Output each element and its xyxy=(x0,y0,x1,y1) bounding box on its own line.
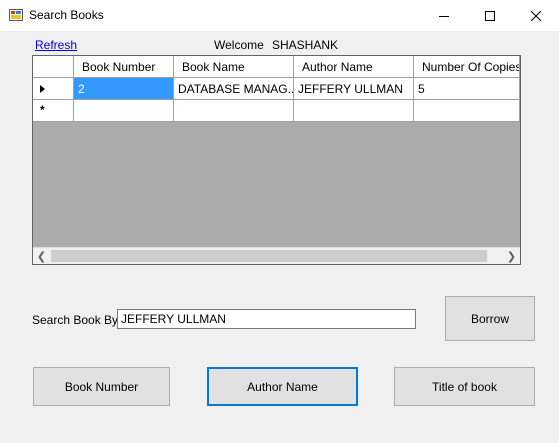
new-row-header[interactable]: * xyxy=(33,100,74,122)
maximize-icon xyxy=(485,10,495,21)
search-input[interactable] xyxy=(117,309,416,329)
new-row-cell[interactable] xyxy=(414,100,520,122)
title-of-book-button[interactable]: Title of book xyxy=(394,367,535,406)
author-name-button[interactable]: Author Name xyxy=(207,367,358,406)
close-icon xyxy=(531,10,541,21)
grid-corner-header[interactable] xyxy=(33,56,74,78)
table-cell-author-name[interactable]: JEFFERY ULLMAN xyxy=(294,78,414,100)
table-cell-book-number[interactable]: 2 xyxy=(74,78,174,100)
column-header-book-number[interactable]: Book Number xyxy=(74,56,174,78)
scrollbar-thumb[interactable] xyxy=(51,250,487,262)
form-icon xyxy=(9,9,23,21)
scroll-left-button[interactable]: ❮ xyxy=(33,248,50,264)
search-label: Search Book By xyxy=(32,313,119,327)
close-button[interactable] xyxy=(513,0,559,31)
maximize-button[interactable] xyxy=(467,0,513,31)
new-row-cell[interactable] xyxy=(294,100,414,122)
grid-header-row: Book Number Book Name Author Name Number… xyxy=(33,56,520,78)
new-row-cell[interactable] xyxy=(74,100,174,122)
window-title: Search Books xyxy=(29,8,104,22)
scroll-right-button[interactable]: ❯ xyxy=(503,248,520,264)
new-row-cell[interactable] xyxy=(174,100,294,122)
column-header-book-name[interactable]: Book Name xyxy=(174,56,294,78)
welcome-label: Welcome xyxy=(214,38,264,52)
chevron-left-icon: ❮ xyxy=(36,250,47,263)
new-row[interactable]: * xyxy=(33,100,520,122)
current-row-icon xyxy=(40,85,45,93)
horizontal-scrollbar[interactable]: ❮ ❯ xyxy=(33,247,520,264)
row-header[interactable] xyxy=(33,78,74,100)
title-bar: Search Books xyxy=(0,0,559,31)
new-row-icon: * xyxy=(40,103,45,117)
books-grid[interactable]: Book Number Book Name Author Name Number… xyxy=(32,55,521,265)
table-cell-book-name[interactable]: DATABASE MANAG... xyxy=(174,78,294,100)
chevron-right-icon: ❯ xyxy=(506,250,517,263)
minimize-button[interactable] xyxy=(421,0,467,31)
table-row[interactable]: 2 DATABASE MANAG... JEFFERY ULLMAN 5 xyxy=(33,78,520,100)
book-number-button[interactable]: Book Number xyxy=(33,367,170,406)
table-cell-number-of-copies[interactable]: 5 xyxy=(414,78,520,100)
refresh-link[interactable]: Refresh xyxy=(35,38,77,52)
column-header-author-name[interactable]: Author Name xyxy=(294,56,414,78)
column-header-number-of-copies[interactable]: Number Of Copies xyxy=(414,56,520,78)
borrow-button[interactable]: Borrow xyxy=(445,296,535,341)
user-name: SHASHANK xyxy=(272,38,339,52)
minimize-icon xyxy=(439,15,449,17)
